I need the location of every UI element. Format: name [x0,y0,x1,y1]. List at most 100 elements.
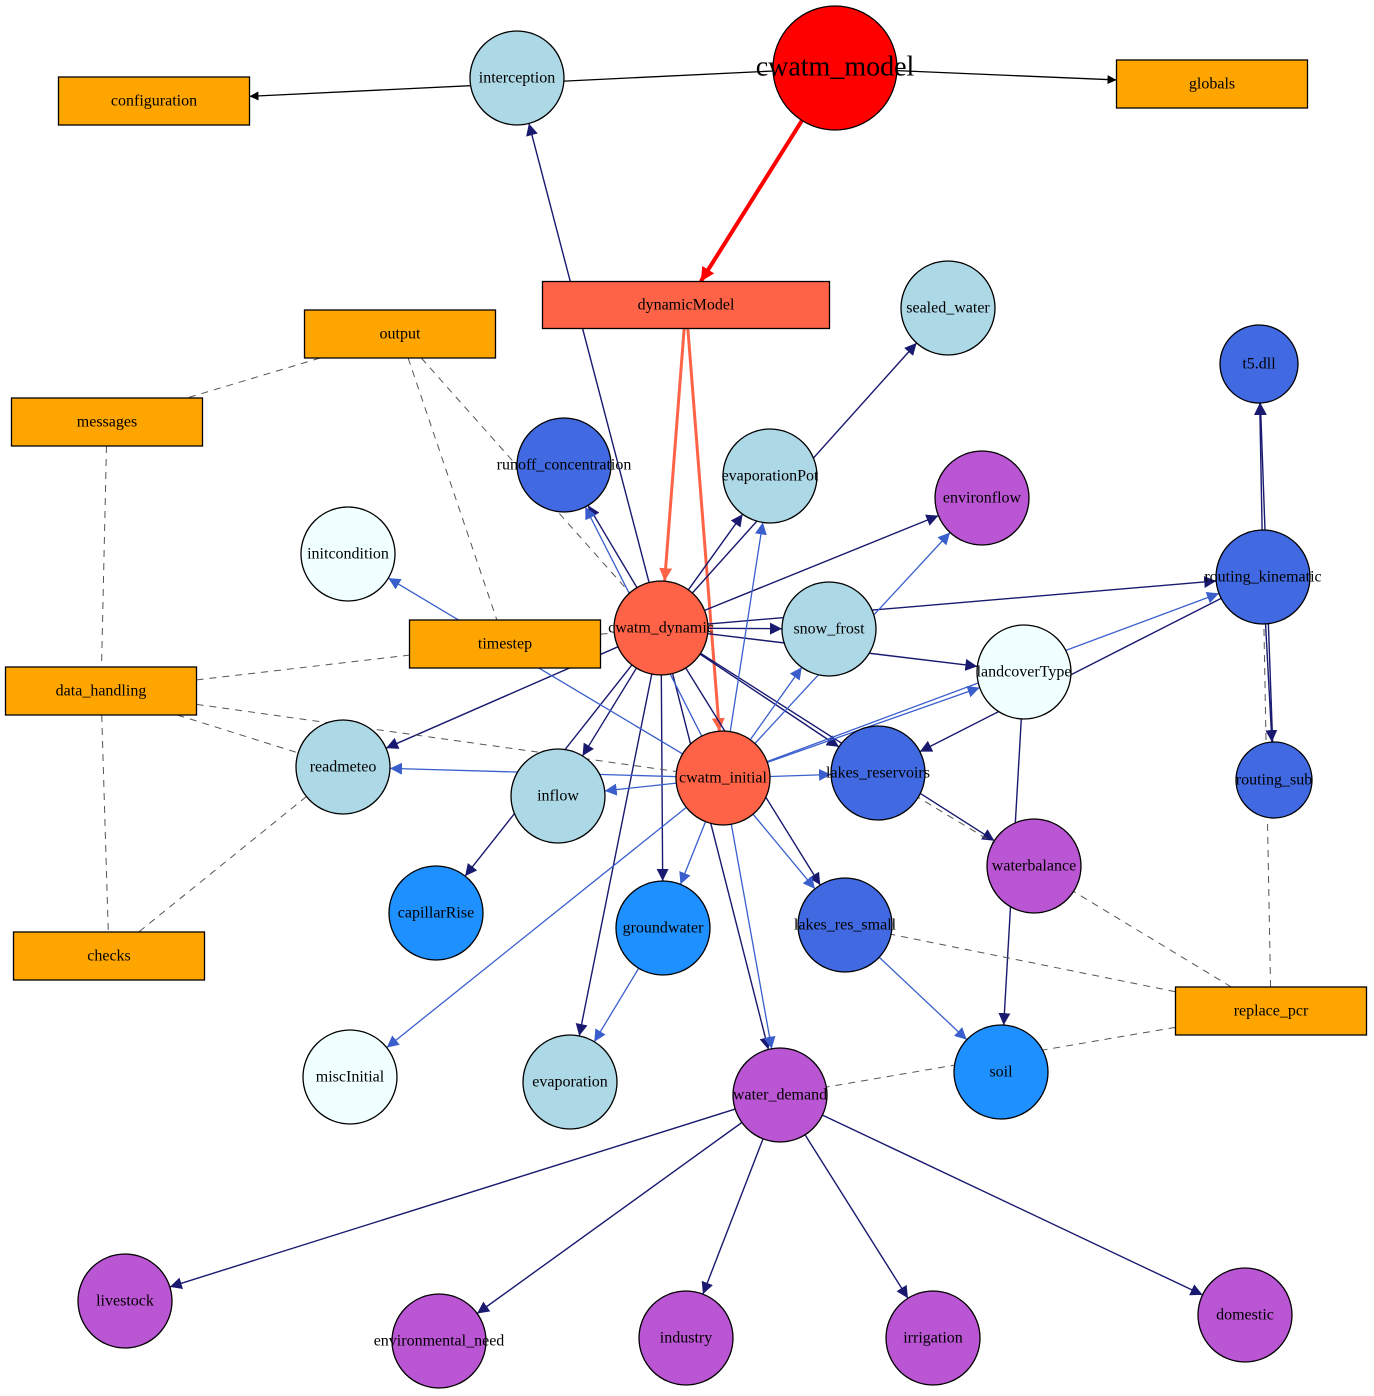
node-miscInitial[interactable]: miscInitial [302,1029,398,1125]
node-label-capillarRise: capillarRise [398,905,474,922]
node-industry[interactable]: industry [638,1290,734,1386]
node-soil[interactable]: soil [953,1024,1049,1120]
node-replace_pcr[interactable]: replace_pcr [1174,986,1368,1036]
edge-cwatm_initial-to-lakes_reservoirs [769,768,832,781]
edge-water_demand-to-domestic [822,1114,1203,1296]
node-label-livestock: livestock [96,1293,154,1310]
node-capillarRise[interactable]: capillarRise [388,865,484,961]
node-label-dynamicModel: dynamicModel [638,297,735,314]
node-label-industry: industry [660,1330,712,1347]
edge-lakes_res_small-to-soil [878,956,968,1041]
edge-water_demand-to-environmental_need [476,1121,743,1315]
node-label-replace_pcr: replace_pcr [1234,1003,1309,1020]
node-label-groundwater: groundwater [623,920,705,937]
edge-dynamicModel-to-cwatm_dynamic [659,328,686,582]
edge-cwatm_initial-to-evaporationPot [729,522,767,732]
node-irrigation[interactable]: irrigation [885,1290,981,1386]
node-runoff_concentration[interactable]: runoff_concentration [497,417,632,513]
node-cwatm_dynamic[interactable]: cwatm_dynamic [608,580,714,676]
dependency-graph: cwatm_model interception configuration glob… [4,5,1368,1389]
node-output[interactable]: output [303,309,497,359]
node-t5dll[interactable]: t5.dll [1219,324,1299,404]
node-interception[interactable]: interception [469,30,565,126]
edge-output-to-messages [186,357,321,399]
node-landcoverType[interactable]: landcoverType [976,624,1072,720]
edge-data_handling-to-checks [101,714,109,933]
node-label-evaporation: evaporation [532,1074,608,1091]
nodes-layer: cwatm_model interception configuration glob… [4,5,1368,1389]
node-label-cwatm_initial: cwatm_initial [679,770,768,787]
node-label-globals: globals [1189,76,1235,93]
node-label-initcondition: initcondition [307,546,389,563]
node-evaporation[interactable]: evaporation [522,1034,618,1130]
node-waterbalance[interactable]: waterbalance [986,818,1082,914]
node-label-irrigation: irrigation [903,1330,963,1347]
node-sealed_water[interactable]: sealed_water [900,260,996,356]
node-label-data_handling: data_handling [56,683,147,700]
node-environflow[interactable]: environflow [934,450,1030,546]
node-label-environflow: environflow [943,490,1022,507]
edge-readmeteo-to-checks [138,796,307,933]
node-configuration[interactable]: configuration [57,76,251,126]
node-label-lakes_res_small: lakes_res_small [794,917,897,934]
edge-cwatm_model-to-globals [896,69,1117,85]
node-label-output: output [380,326,421,343]
edge-messages-to-data_handling [101,445,107,668]
node-label-evaporationPot: evaporationPot [722,468,819,485]
node-label-landcoverType: landcoverType [977,664,1072,681]
node-water_demand[interactable]: water_demand [732,1047,828,1143]
node-timestep[interactable]: timestep [408,619,602,669]
edge-groundwater-to-evaporation [593,967,640,1043]
node-dynamicModel[interactable]: dynamicModel [541,280,831,330]
node-messages[interactable]: messages [10,397,204,447]
node-data_handling[interactable]: data_handling [4,666,198,716]
node-label-timestep: timestep [478,636,532,653]
node-lakes_reservoirs[interactable]: lakes_reservoirs [826,725,930,821]
node-label-miscInitial: miscInitial [316,1069,385,1086]
node-checks[interactable]: checks [12,931,206,981]
edge-water_demand-to-irrigation [804,1134,909,1299]
edge-cwatm_model-to-dynamicModel [699,119,804,283]
edge-data_handling-to-timestep [196,654,410,681]
node-label-routing_sub: routing_sub [1236,772,1312,789]
node-label-cwatm_dynamic: cwatm_dynamic [608,620,714,637]
edge-cwatm_initial-to-inflow [604,782,677,796]
node-label-configuration: configuration [111,93,197,110]
node-livestock[interactable]: livestock [77,1253,173,1349]
node-routing_sub[interactable]: routing_sub [1235,741,1313,819]
node-label-snow_frost: snow_frost [793,621,865,638]
node-cwatm_model[interactable]: cwatm_model [756,5,915,131]
node-label-soil: soil [989,1064,1013,1081]
node-groundwater[interactable]: groundwater [615,880,711,976]
node-cwatm_initial[interactable]: cwatm_initial [675,730,771,826]
node-label-readmeteo: readmeteo [310,759,377,776]
edge-water_demand-to-industry [701,1138,764,1295]
node-label-cwatm_model: cwatm_model [756,51,915,82]
node-label-checks: checks [87,948,131,965]
node-label-t5dll: t5.dll [1242,356,1276,373]
node-evaporationPot[interactable]: evaporationPot [722,428,819,524]
node-initcondition[interactable]: initcondition [300,506,396,602]
edge-cwatm_dynamic-to-runoff_concentration [587,505,638,588]
node-label-messages: messages [77,414,137,431]
node-label-runoff_concentration: runoff_concentration [497,457,632,474]
node-label-lakes_reservoirs: lakes_reservoirs [826,765,930,782]
edge-cwatm_dynamic-to-groundwater [656,674,669,882]
edge-water_demand-to-livestock [169,1108,736,1290]
edges-layer [101,69,1278,1315]
node-label-inflow: inflow [537,788,579,805]
node-lakes_res_small[interactable]: lakes_res_small [794,877,897,973]
node-inflow[interactable]: inflow [510,748,606,844]
edge-data_handling-to-cwatm_initial [196,703,677,772]
edge-replace_pcr-to-lakes_res_small [890,933,1176,993]
node-domestic[interactable]: domestic [1197,1267,1293,1363]
node-label-water_demand: water_demand [733,1087,827,1104]
edge-cwatm_initial-to-snow_frost [749,666,803,741]
edge-output-to-timestep [407,357,498,621]
node-label-sealed_water: sealed_water [906,300,990,317]
node-routing_kinematic[interactable]: routing_kinematic [1204,529,1322,625]
node-globals[interactable]: globals [1115,59,1309,109]
node-label-waterbalance: waterbalance [992,858,1076,875]
node-snow_frost[interactable]: snow_frost [781,581,877,677]
node-readmeteo[interactable]: readmeteo [295,719,391,815]
